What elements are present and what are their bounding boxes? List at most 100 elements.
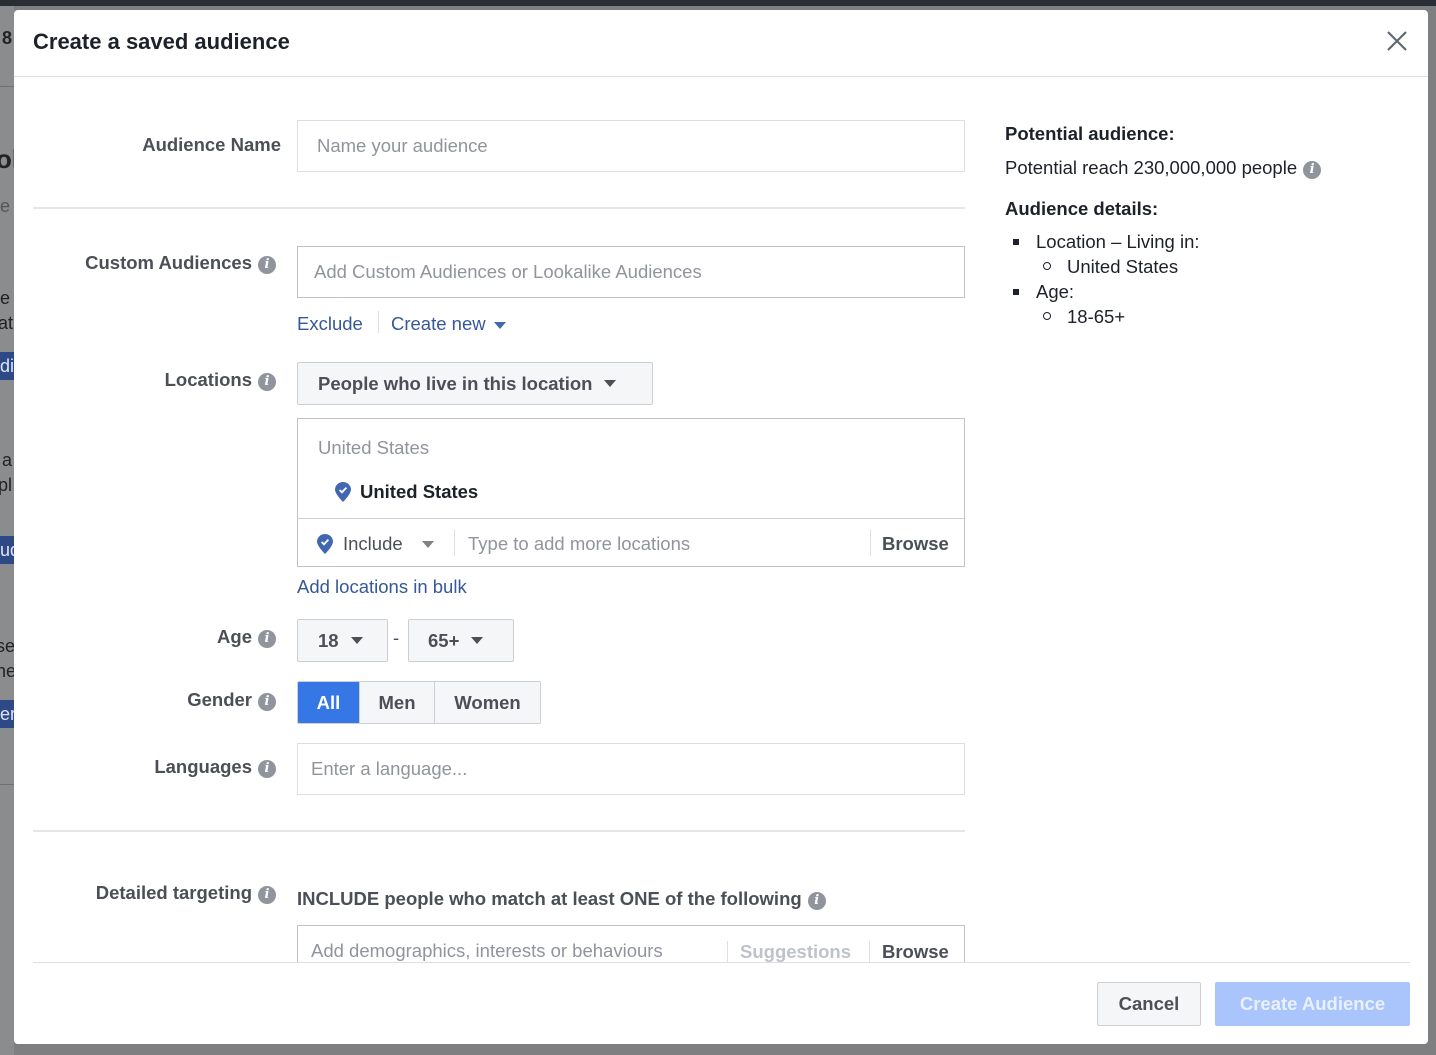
exclude-link[interactable]: Exclude <box>297 313 363 335</box>
audience-detail-label: Location – Living in: <box>1036 231 1200 252</box>
audience-name-input[interactable]: Name your audience <box>297 120 965 172</box>
age-min-value: 18 <box>318 629 339 651</box>
background-text: at <box>0 313 14 333</box>
location-browse-button[interactable]: Browse <box>882 533 949 555</box>
create-new-link[interactable]: Create new <box>391 313 506 335</box>
cancel-button[interactable]: Cancel <box>1097 982 1201 1026</box>
suggestions-divider <box>727 941 728 963</box>
audience-detail-item: Age: 18-65+ <box>1005 279 1405 329</box>
close-button[interactable] <box>1384 28 1410 54</box>
audience-detail-value: United States <box>1036 254 1405 279</box>
background-page: 8 ol ie e at di a pl ud se he er <box>0 6 14 1055</box>
background-text: ie <box>0 196 11 216</box>
chevron-down-icon <box>493 321 506 329</box>
audience-name-label: Audience Name <box>14 134 281 156</box>
section-divider <box>33 830 965 832</box>
info-icon[interactable]: i <box>258 760 276 778</box>
age-max-dropdown[interactable]: 65+ <box>408 619 514 662</box>
footer-divider <box>33 962 1410 963</box>
background-text: 8 <box>2 28 13 48</box>
custom-audiences-input[interactable]: Add Custom Audiences or Lookalike Audien… <box>297 246 965 298</box>
include-divider <box>454 530 455 556</box>
chevron-down-icon <box>350 637 363 644</box>
gender-option-men[interactable]: Men <box>360 682 435 723</box>
location-type-label: People who live in this location <box>318 372 593 394</box>
selected-location-name: United States <box>360 481 479 502</box>
gender-label: Gender i <box>14 689 276 711</box>
include-heading-text: INCLUDE people who match at least ONE of… <box>297 888 802 909</box>
background-top-bar <box>0 0 1436 6</box>
audience-details-list: Location – Living in: United States Age:… <box>1005 229 1405 329</box>
link-divider <box>378 311 379 333</box>
info-icon[interactable]: i <box>258 886 276 904</box>
detailed-targeting-label: Detailed targeting i <box>14 882 276 904</box>
info-icon[interactable]: i <box>258 630 276 648</box>
potential-reach-text: Potential reach 230,000,000 people <box>1005 157 1298 178</box>
languages-input[interactable]: Enter a language... <box>297 743 965 795</box>
custom-audiences-label-text: Custom Audiences <box>85 252 252 273</box>
background-button: ud <box>0 536 14 564</box>
info-icon[interactable]: i <box>258 373 276 391</box>
location-pin-icon <box>317 534 333 554</box>
audience-detail-sublist: 18-65+ <box>1036 304 1405 329</box>
background-text: he <box>0 661 14 681</box>
audience-detail-value: 18-65+ <box>1036 304 1405 329</box>
gender-selector: All Men Women <box>297 681 541 724</box>
audience-name-placeholder: Name your audience <box>317 135 488 156</box>
background-button: di <box>0 352 14 380</box>
dialog-title: Create a saved audience <box>33 29 290 54</box>
age-label-text: Age <box>217 626 252 647</box>
locations-label: Locations i <box>14 369 276 391</box>
info-icon[interactable]: i <box>1303 161 1322 179</box>
audience-summary-panel: Potential audience: Potential reach 230,… <box>1005 123 1405 329</box>
location-box-divider <box>298 518 964 519</box>
suggestions-button[interactable]: Suggestions <box>740 941 851 963</box>
background-text: ol <box>0 144 14 174</box>
background-divider <box>0 784 14 785</box>
add-locations-in-bulk-link[interactable]: Add locations in bulk <box>297 576 467 598</box>
create-audience-button[interactable]: Create Audience <box>1215 982 1410 1026</box>
location-type-dropdown[interactable]: People who live in this location <box>297 362 653 405</box>
detailed-targeting-include-heading: INCLUDE people who match at least ONE of… <box>297 888 826 910</box>
dialog-header: Create a saved audience <box>14 10 1428 77</box>
location-pin-icon <box>335 482 351 502</box>
background-text: a <box>2 450 13 470</box>
audience-detail-sublist: United States <box>1036 254 1405 279</box>
location-search-input[interactable]: Type to add more locations <box>468 533 868 555</box>
custom-audiences-placeholder: Add Custom Audiences or Lookalike Audien… <box>314 261 702 282</box>
potential-audience-heading: Potential audience: <box>1005 123 1175 144</box>
age-label: Age i <box>14 626 276 648</box>
location-selection-box: United States United States Include Type… <box>297 418 965 567</box>
age-max-value: 65+ <box>428 629 460 651</box>
languages-placeholder: Enter a language... <box>311 758 468 779</box>
detailed-targeting-input[interactable]: Add demographics, interests or behaviour… <box>311 940 663 962</box>
detailed-targeting-browse-button[interactable]: Browse <box>882 941 949 963</box>
locations-label-text: Locations <box>164 369 252 390</box>
audience-name-label-text: Audience Name <box>142 134 281 155</box>
info-icon[interactable]: i <box>258 256 276 274</box>
chevron-down-icon <box>471 637 484 644</box>
detailed-targeting-label-text: Detailed targeting <box>95 882 252 903</box>
info-icon[interactable]: i <box>807 892 826 910</box>
background-button: er <box>0 700 14 728</box>
audience-details-heading: Audience details: <box>1005 198 1159 219</box>
browse-divider <box>870 530 871 556</box>
background-divider <box>0 86 14 87</box>
background-text: e <box>0 288 11 308</box>
background-text: se <box>0 636 14 656</box>
languages-label-text: Languages <box>154 756 252 777</box>
location-group-header: United States <box>318 437 430 458</box>
age-separator: - <box>393 627 400 648</box>
chevron-down-icon <box>604 380 617 387</box>
age-min-dropdown[interactable]: 18 <box>297 619 388 662</box>
section-divider <box>33 207 965 209</box>
include-dropdown[interactable]: Include <box>317 533 434 555</box>
info-icon[interactable]: i <box>258 693 276 711</box>
dialog-footer: Cancel Create Audience <box>14 962 1428 1044</box>
audience-detail-label: Age: <box>1036 281 1075 302</box>
potential-reach: Potential reach 230,000,000 people i <box>1005 157 1405 179</box>
languages-label: Languages i <box>14 756 276 778</box>
gender-option-all[interactable]: All <box>298 682 360 723</box>
selected-location[interactable]: United States <box>335 481 478 503</box>
gender-option-women[interactable]: Women <box>435 682 540 723</box>
